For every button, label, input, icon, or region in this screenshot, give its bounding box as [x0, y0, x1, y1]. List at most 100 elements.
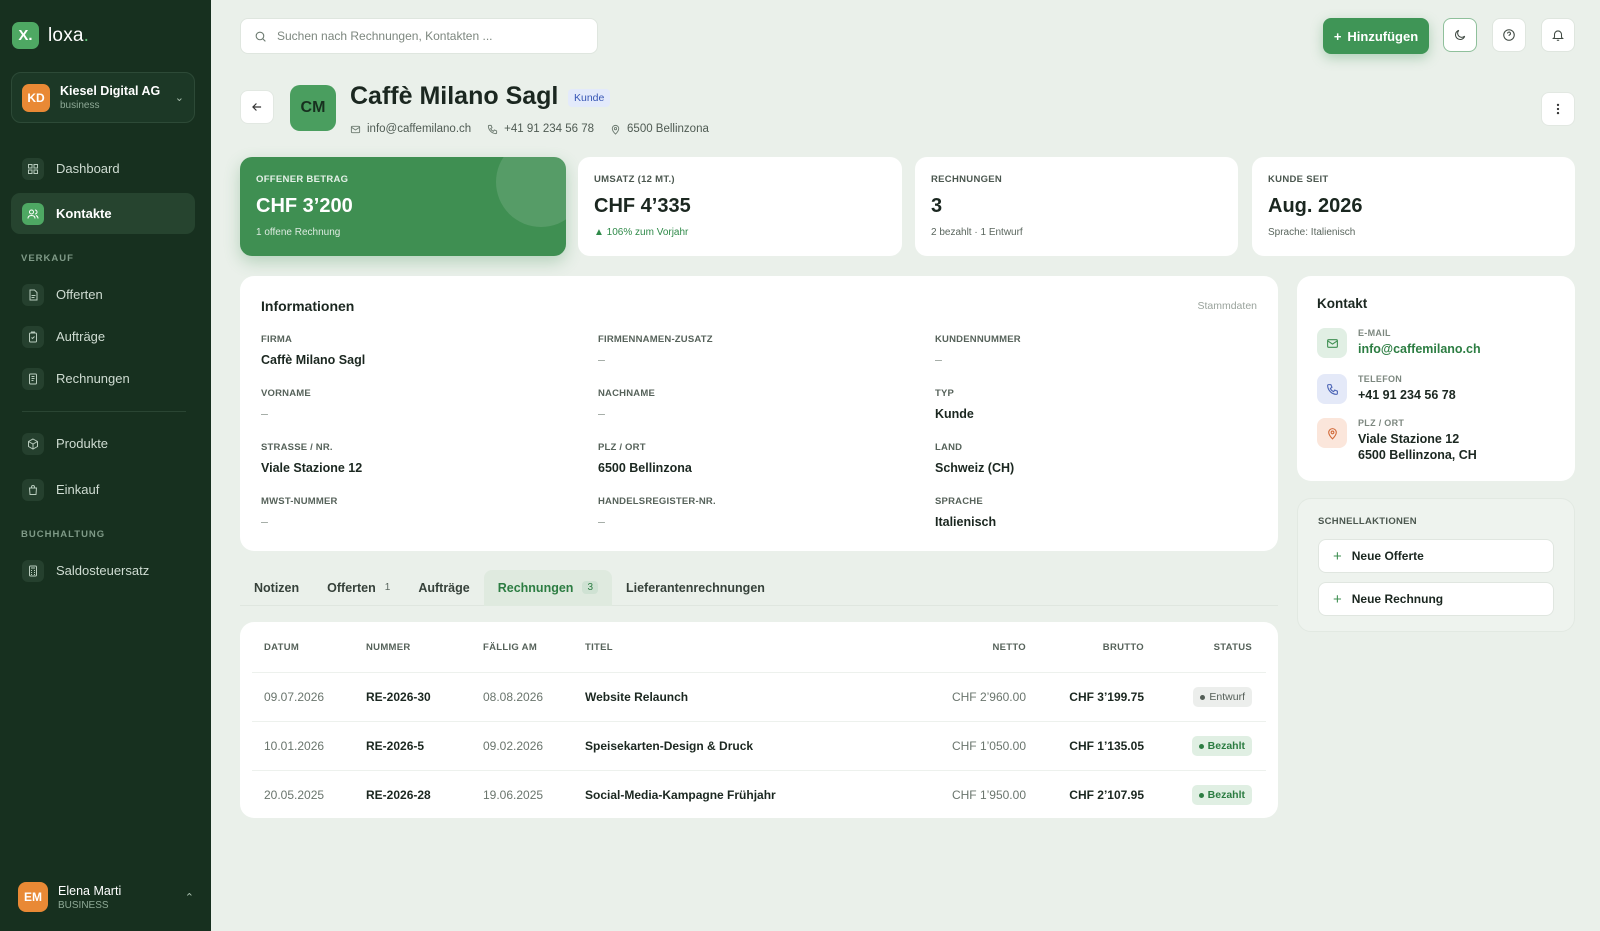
- master-data-link[interactable]: Stammdaten: [1197, 300, 1257, 312]
- quick-actions-title: SCHNELLAKTIONEN: [1318, 516, 1417, 527]
- nav-item-offers[interactable]: Offerten: [11, 274, 195, 315]
- help-button[interactable]: [1492, 18, 1526, 52]
- org-avatar: KD: [22, 83, 50, 112]
- nav-label-orders: Aufträge: [56, 329, 106, 344]
- nav-item-invoices[interactable]: Rechnungen: [11, 358, 195, 399]
- field-last-name: NACHNAME –: [598, 388, 655, 421]
- add-button-label: Hinzufügen: [1347, 28, 1419, 44]
- table-header: DATUM NUMMER FÄLLIG AM TITEL NETTO BRUTT…: [252, 622, 1266, 672]
- cell-net: CHF 1’050.00: [951, 739, 1026, 753]
- user-role: BUSINESS: [58, 899, 109, 911]
- cell-date: 09.07.2026: [264, 690, 325, 704]
- add-button[interactable]: + Hinzufügen: [1323, 18, 1429, 54]
- nav-section-accounting: BUCHHALTUNG: [21, 529, 106, 540]
- column-header-number[interactable]: NUMMER: [366, 642, 411, 653]
- column-header-date[interactable]: DATUM: [264, 642, 299, 653]
- cell-title: Social-Media-Kampagne Frühjahr: [585, 788, 776, 802]
- back-button[interactable]: [240, 90, 274, 124]
- kpi-label: RECHNUNGEN: [931, 174, 1003, 185]
- table-row[interactable]: 20.05.2025 RE-2026-28 19.06.2025 Social-…: [252, 770, 1266, 819]
- invoice-icon: [22, 367, 44, 390]
- kpi-value: 3: [931, 195, 943, 217]
- logo[interactable]: X. loxa.: [12, 22, 89, 49]
- map-pin-icon: [1317, 418, 1347, 448]
- column-header-gross[interactable]: BRUTTO: [1103, 642, 1144, 653]
- contact-phone-value[interactable]: +41 91 234 56 78: [1358, 387, 1456, 403]
- contact-email-link[interactable]: info@caffemilano.ch: [1358, 341, 1481, 357]
- meta-email[interactable]: info@caffemilano.ch: [350, 123, 471, 135]
- contact-card-title: Kontakt: [1317, 296, 1368, 311]
- meta-phone[interactable]: +41 91 234 56 78: [487, 123, 594, 135]
- tab-offers[interactable]: Offerten 1: [313, 570, 404, 606]
- cell-due: 08.08.2026: [483, 690, 544, 704]
- column-header-status[interactable]: STATUS: [1214, 642, 1252, 653]
- kpi-open-amount[interactable]: OFFENER BETRAG CHF 3’200 1 offene Rechnu…: [240, 157, 566, 256]
- kpi-value: CHF 3’200: [256, 195, 353, 217]
- search-input[interactable]: [277, 29, 577, 43]
- table-row[interactable]: 10.01.2026 RE-2026-5 09.02.2026 Speiseka…: [252, 721, 1266, 770]
- tab-count: 3: [582, 581, 598, 594]
- nav-label-vat-rate: Saldosteuersatz: [56, 563, 150, 578]
- contact-type-badge: Kunde: [568, 89, 611, 107]
- field-label: FIRMENNAMEN-ZUSATZ: [598, 334, 713, 345]
- plus-icon: +: [1333, 547, 1342, 565]
- tab-label: Rechnungen: [497, 580, 574, 595]
- mail-icon: [1317, 328, 1347, 358]
- org-plan: business: [60, 100, 100, 111]
- column-header-net[interactable]: NETTO: [992, 642, 1026, 653]
- cell-net: CHF 2’960.00: [951, 690, 1026, 704]
- kpi-value: CHF 4’335: [594, 195, 691, 217]
- notifications-button[interactable]: [1541, 18, 1575, 52]
- kpi-customer-since: KUNDE SEIT Aug. 2026 Sprache: Italienisc…: [1252, 157, 1575, 256]
- tab-supplier-invoices[interactable]: Lieferantenrechnungen: [612, 570, 779, 606]
- tab-notes[interactable]: Notizen: [240, 570, 313, 606]
- cell-gross: CHF 2’107.95: [1069, 788, 1144, 802]
- field-value: –: [598, 515, 605, 529]
- nav-item-contacts[interactable]: Kontakte: [11, 193, 195, 234]
- field-value: –: [598, 407, 605, 421]
- column-header-due[interactable]: FÄLLIG AM: [483, 642, 537, 653]
- field-zip-city: PLZ / ORT 6500 Bellinzona: [598, 442, 692, 475]
- contact-meta: info@caffemilano.ch +41 91 234 56 78 650…: [350, 123, 709, 135]
- nav-item-dashboard[interactable]: Dashboard: [11, 148, 195, 189]
- kpi-label: OFFENER BETRAG: [256, 174, 349, 185]
- kpi-label: KUNDE SEIT: [1268, 174, 1329, 185]
- table-row[interactable]: 09.07.2026 RE-2026-30 08.08.2026 Website…: [252, 672, 1266, 721]
- meta-location-text: 6500 Bellinzona: [627, 123, 709, 135]
- field-label: KUNDENNUMMER: [935, 334, 1021, 345]
- more-options-button[interactable]: [1541, 92, 1575, 126]
- cell-due: 19.06.2025: [483, 788, 544, 802]
- invoice-table: DATUM NUMMER FÄLLIG AM TITEL NETTO BRUTT…: [240, 622, 1278, 818]
- sidebar: X. loxa. KD Kiesel Digital AG business ⌄…: [0, 0, 211, 931]
- nav-item-purchasing[interactable]: Einkauf: [11, 469, 195, 510]
- kpi-value: Aug. 2026: [1268, 195, 1363, 217]
- contact-address-row: PLZ / ORT Viale Stazione 12 6500 Bellinz…: [1317, 418, 1477, 463]
- phone-icon: [488, 124, 498, 134]
- cell-date: 10.01.2026: [264, 739, 325, 753]
- new-offer-button[interactable]: + Neue Offerte: [1318, 539, 1554, 573]
- theme-toggle-button[interactable]: [1443, 18, 1477, 52]
- nav-item-vat-rate[interactable]: Saldosteuersatz: [11, 550, 195, 591]
- contact-phone-label: TELEFON: [1358, 374, 1403, 384]
- nav-item-orders[interactable]: Aufträge: [11, 316, 195, 357]
- tab-orders[interactable]: Aufträge: [404, 570, 483, 606]
- field-value: 6500 Bellinzona: [598, 461, 692, 475]
- user-menu[interactable]: EM Elena Marti BUSINESS ⌃: [18, 882, 194, 912]
- plus-icon: +: [1333, 28, 1342, 44]
- chevron-down-icon: ⌄: [174, 92, 184, 104]
- logo-mark: X.: [12, 22, 39, 49]
- new-invoice-button[interactable]: + Neue Rechnung: [1318, 582, 1554, 616]
- field-street: STRASSE / NR. Viale Stazione 12: [261, 442, 362, 475]
- contact-avatar: CM: [290, 85, 336, 131]
- new-invoice-label: Neue Rechnung: [1351, 592, 1444, 606]
- help-icon: [1503, 29, 1515, 41]
- column-header-title[interactable]: TITEL: [585, 642, 613, 653]
- cell-due: 09.02.2026: [483, 739, 544, 753]
- org-switcher[interactable]: KD Kiesel Digital AG business ⌄: [11, 72, 195, 123]
- nav-item-products[interactable]: Produkte: [11, 423, 195, 464]
- meta-phone-text: +41 91 234 56 78: [504, 123, 595, 135]
- tab-invoices[interactable]: Rechnungen 3: [483, 569, 612, 606]
- shopping-bag-icon: [22, 478, 44, 501]
- logo-name: loxa: [48, 24, 84, 46]
- tab-count: 1: [384, 582, 391, 593]
